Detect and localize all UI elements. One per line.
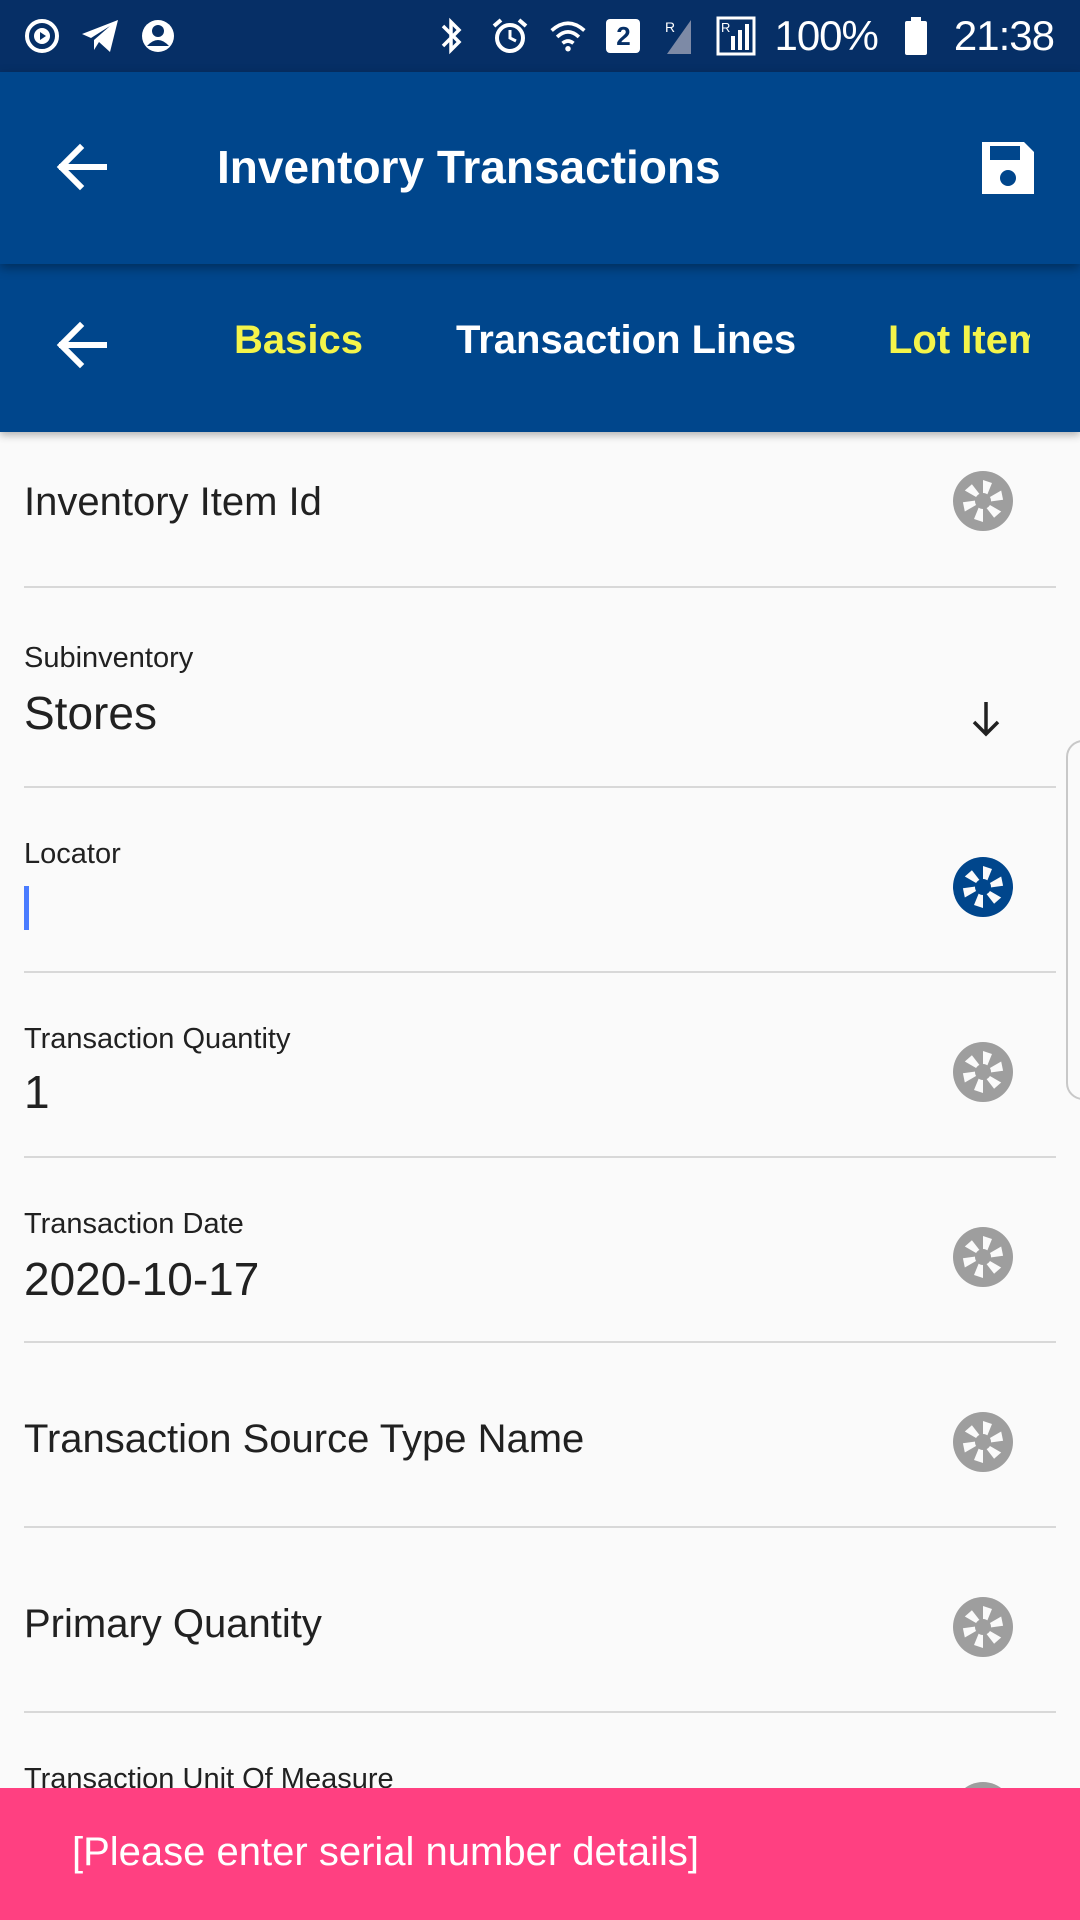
snackbar-message: [Please enter serial number details] <box>72 1830 699 1874</box>
scroll-handle[interactable] <box>1066 740 1080 1100</box>
status-bar-left <box>22 16 178 56</box>
clock: 21:38 <box>953 12 1055 59</box>
status-bar: 2 R R 100% 21:38 <box>0 0 1080 72</box>
transaction-source-type-name-field[interactable]: Transaction Source Type Name <box>24 1343 1056 1528</box>
save-icon <box>982 142 1034 194</box>
arrow-back-icon <box>56 143 107 191</box>
telegram-icon <box>80 16 120 56</box>
account-circle-icon <box>138 16 178 56</box>
play-circle-icon <box>22 16 62 56</box>
locator-field[interactable]: Locator <box>24 788 1056 973</box>
battery-icon <box>896 16 936 56</box>
camera-icon[interactable] <box>952 856 1014 918</box>
bluetooth-icon <box>432 16 472 56</box>
primary-quantity-label: Primary Quantity <box>24 1602 322 1646</box>
transaction-lines-form: Inventory Item Id Subinventory Stores Lo… <box>0 432 1080 1898</box>
status-bar-right: 2 R R 100% 21:38 <box>432 12 1055 60</box>
sim-2-badge: 2 <box>606 19 641 53</box>
subinventory-value: Stores <box>24 687 157 739</box>
back-button[interactable] <box>46 132 116 202</box>
subinventory-field[interactable]: Subinventory Stores <box>24 588 1056 788</box>
locator-label: Locator <box>24 838 121 870</box>
camera-icon[interactable] <box>952 1411 1014 1473</box>
camera-icon[interactable] <box>952 1226 1014 1288</box>
tab-back-button[interactable] <box>46 310 116 380</box>
svg-text:R: R <box>721 20 730 35</box>
alarm-icon <box>490 16 530 56</box>
wifi-icon <box>548 16 588 56</box>
snackbar: [Please enter serial number details] <box>0 1788 1080 1920</box>
tab-bar: Basics Transaction Lines Lot Item <box>0 264 1080 432</box>
transaction-date-field[interactable]: Transaction Date 2020-10-17 <box>24 1158 1056 1343</box>
tab-transaction-lines[interactable]: Transaction Lines <box>456 318 796 363</box>
camera-icon[interactable] <box>952 1596 1014 1658</box>
tab-lot-item[interactable]: Lot Item <box>888 318 1044 363</box>
subinventory-label: Subinventory <box>24 642 194 674</box>
transaction-date-label: Transaction Date <box>24 1208 244 1240</box>
camera-icon[interactable] <box>952 1041 1014 1103</box>
svg-text:R: R <box>665 19 675 35</box>
transaction-source-type-name-label: Transaction Source Type Name <box>24 1417 585 1461</box>
arrow-down-icon[interactable] <box>964 696 1008 740</box>
tab-basics[interactable]: Basics <box>234 318 363 363</box>
save-button[interactable] <box>978 138 1038 198</box>
app-bar: Inventory Transactions <box>0 72 1080 264</box>
transaction-quantity-field[interactable]: Transaction Quantity 1 <box>24 973 1056 1158</box>
signal-roaming-icon: R <box>658 16 698 56</box>
transaction-quantity-value: 1 <box>24 1066 50 1118</box>
signal-roaming-icon: R <box>716 16 756 56</box>
primary-quantity-field[interactable]: Primary Quantity <box>24 1528 1056 1713</box>
camera-icon[interactable] <box>952 470 1014 532</box>
inventory-item-id-label: Inventory Item Id <box>24 480 322 524</box>
inventory-item-id-field[interactable]: Inventory Item Id <box>24 432 1056 588</box>
arrow-back-icon <box>56 321 107 369</box>
text-cursor <box>24 886 29 930</box>
transaction-quantity-label: Transaction Quantity <box>24 1023 291 1055</box>
tab-overflow-edge <box>1030 264 1080 432</box>
battery-percent: 100% <box>774 12 878 59</box>
transaction-date-value: 2020-10-17 <box>24 1253 260 1305</box>
page-title: Inventory Transactions <box>217 141 721 193</box>
